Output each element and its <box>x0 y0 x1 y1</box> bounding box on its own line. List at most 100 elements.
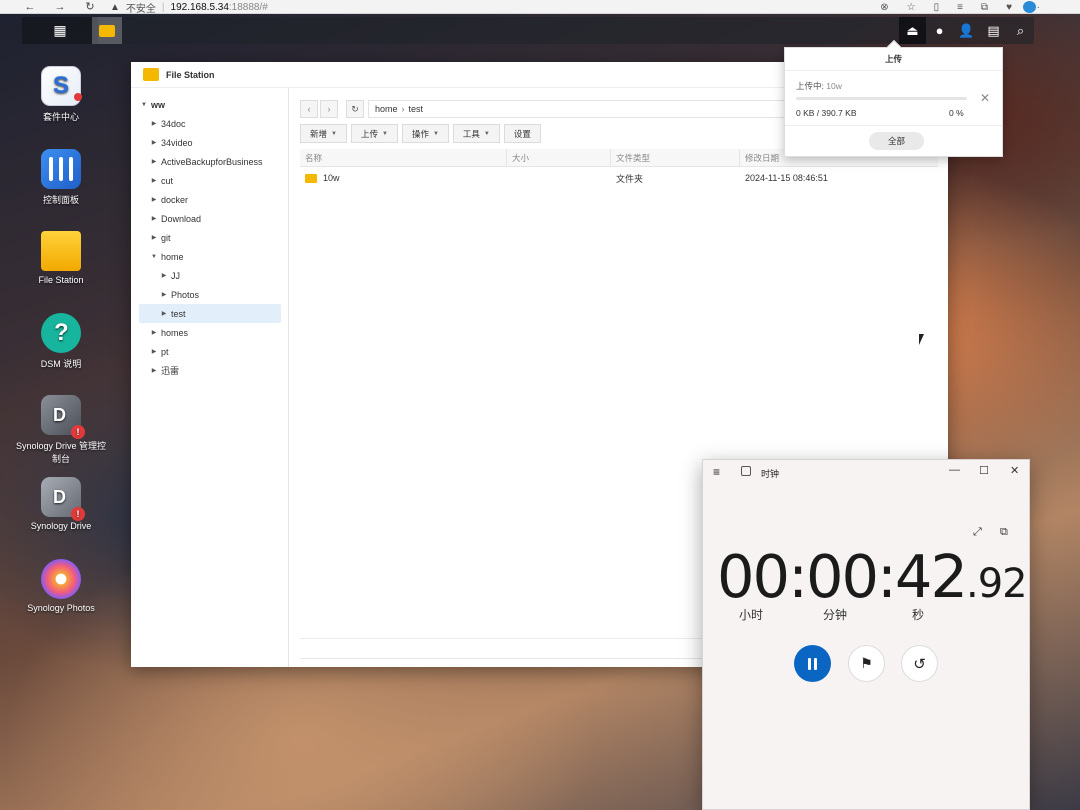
tree-item-jj[interactable]: ▶ JJ <box>139 266 281 285</box>
reset-button[interactable]: ↺ <box>901 645 938 682</box>
caret-right-icon[interactable]: ▶ <box>159 272 169 279</box>
column-type[interactable]: 文件类型 <box>611 149 740 166</box>
expand-icon[interactable]: ⤢ <box>973 526 982 539</box>
tree-item-download[interactable]: ▶ Download <box>139 209 281 228</box>
tools-button[interactable]: 工具 ▼ <box>452 124 500 143</box>
pause-button[interactable] <box>794 645 831 682</box>
caret-right-icon[interactable]: ▶ <box>149 329 159 336</box>
desktop-icon-control-panel[interactable]: 控制面板 <box>13 149 109 206</box>
desktop-icon-synology-drive[interactable]: D ! Synology Drive <box>13 477 109 531</box>
minimize-icon[interactable]: — <box>949 464 960 476</box>
breadcrumb-current[interactable]: test <box>409 104 424 114</box>
favorite-icon[interactable]: ☆ <box>907 2 916 13</box>
tree-item-pt[interactable]: ▶ pt <box>139 342 281 361</box>
caret-right-icon[interactable]: ▶ <box>149 120 159 127</box>
extension-icon[interactable]: ⊗ <box>880 2 888 13</box>
table-row[interactable]: 10w 文件夹 2024-11-15 08:46:51 <box>300 168 938 188</box>
tree-item-34video[interactable]: ▶ 34video <box>139 133 281 152</box>
caret-down-icon: ▼ <box>432 130 439 137</box>
desktop-icon-dsm-help[interactable]: ? DSM 说明 <box>13 313 109 370</box>
new-button[interactable]: 新增 ▼ <box>300 124 347 143</box>
maximize-icon[interactable]: ☐ <box>979 464 989 477</box>
unit-hours: 小时 <box>739 608 764 622</box>
desktop-icon-package-center[interactable]: S 套件中心 <box>13 66 109 123</box>
caret-down-icon[interactable]: ▼ <box>139 102 149 108</box>
search-icon[interactable]: ⌕ <box>1007 17 1034 44</box>
forward-icon[interactable]: → <box>50 1 70 13</box>
refresh-button[interactable]: ↻ <box>346 100 364 118</box>
split-screen-icon[interactable]: ▯ <box>934 2 940 13</box>
browser-essentials-icon[interactable]: ♥ <box>1006 2 1012 13</box>
tree-item-cut[interactable]: ▶ cut <box>139 171 281 190</box>
upload-queue-icon[interactable]: ⏏ <box>899 17 926 44</box>
close-icon[interactable]: ✕ <box>1010 464 1019 477</box>
breadcrumb[interactable]: home › test <box>368 100 788 118</box>
collections-icon[interactable]: ⧉ <box>981 2 988 13</box>
tree-item-homes[interactable]: ▶ homes <box>139 323 281 342</box>
tree-item-git[interactable]: ▶ git <box>139 228 281 247</box>
breadcrumb-root[interactable]: home <box>375 104 398 114</box>
mouse-cursor <box>919 334 928 345</box>
desktop-icon-label: Synology Drive <box>30 521 92 531</box>
upload-button[interactable]: 上传 ▼ <box>350 124 398 143</box>
caret-right-icon[interactable]: ▶ <box>149 139 159 146</box>
cell-modified: 2024-11-15 08:46:51 <box>745 173 828 183</box>
desktop-icon-label: Synology Photos <box>27 603 95 613</box>
caret-right-icon[interactable]: ▶ <box>149 348 159 355</box>
forward-button[interactable]: › <box>320 100 338 118</box>
tree-item-test[interactable]: ▶ test <box>139 304 281 323</box>
caret-right-icon[interactable]: ▶ <box>149 234 159 241</box>
back-icon[interactable]: ← <box>20 1 40 13</box>
desktop-icon-label: Synology Drive 管理控制台 <box>15 441 107 464</box>
desktop-icon-synology-photos[interactable]: Synology Photos <box>13 559 109 613</box>
caret-right-icon[interactable]: ▶ <box>159 291 169 298</box>
column-name[interactable]: 名称 <box>300 149 507 166</box>
action-button[interactable]: 操作 ▼ <box>401 124 449 143</box>
back-button[interactable]: ‹ <box>300 100 318 118</box>
tree-item-ww[interactable]: ▼ ww <box>139 95 281 114</box>
close-icon[interactable]: ✕ <box>980 91 990 105</box>
desktop-icon-file-station[interactable]: File Station <box>13 231 109 285</box>
caret-down-icon[interactable]: ▼ <box>149 254 159 260</box>
tree-item-xunlei[interactable]: ▶ 迅雷 <box>139 361 281 380</box>
caret-down-icon: ▼ <box>331 130 337 137</box>
synology-photos-icon <box>41 559 81 599</box>
widgets-icon[interactable]: ▤ <box>980 17 1007 44</box>
desktop-icon-drive-admin[interactable]: D ! Synology Drive 管理控制台 <box>13 395 109 465</box>
main-menu-button[interactable]: ▦ <box>22 17 98 44</box>
caret-right-icon[interactable]: ▶ <box>149 177 159 184</box>
caret-right-icon[interactable]: ▶ <box>149 196 159 203</box>
favorites-bar-icon[interactable]: ≡ <box>957 2 963 13</box>
chevron-left-icon: ‹ <box>307 104 311 114</box>
user-icon[interactable]: 👤 <box>953 17 980 44</box>
package-center-icon: S <box>41 66 82 106</box>
caret-right-icon[interactable]: ▶ <box>149 215 159 222</box>
badge-dot <box>74 93 82 101</box>
notification-icon[interactable]: ● <box>926 17 953 44</box>
lap-button[interactable]: ⚑ <box>848 645 885 682</box>
cell-size <box>507 168 611 188</box>
stopwatch-display: 00:00:42.92 <box>717 542 1028 611</box>
address-bar[interactable]: ▲ 不安全 | 192.168.5.34:18888/# <box>110 0 268 15</box>
clock-titlebar[interactable]: ≡ 时钟 — ☐ ✕ <box>703 460 1029 484</box>
hamburger-menu-icon[interactable]: ≡ <box>713 465 720 479</box>
taskbar-file-station[interactable] <box>92 17 122 44</box>
pause-icon <box>808 657 817 670</box>
settings-button[interactable]: 设置 <box>503 124 541 143</box>
refresh-icon[interactable]: ↻ <box>80 0 100 13</box>
stopwatch-time: 00:00:42 <box>717 542 968 611</box>
tree-item-activebackup[interactable]: ▶ ActiveBackupforBusiness <box>139 152 281 171</box>
tree-item-home[interactable]: ▼ home <box>139 247 281 266</box>
compact-overlay-icon[interactable]: ⧉ <box>1000 526 1008 539</box>
tree-item-34doc[interactable]: ▶ 34doc <box>139 114 281 133</box>
caret-right-icon[interactable]: ▶ <box>149 367 159 374</box>
all-button[interactable]: 全部 <box>869 132 924 150</box>
tree-item-docker[interactable]: ▶ docker <box>139 190 281 209</box>
caret-right-icon[interactable]: ▶ <box>149 158 159 165</box>
clock-window: ≡ 时钟 — ☐ ✕ ⤢ ⧉ 00:00:42.92 小时 分钟 秒 ⚑ ↺ <box>702 459 1030 810</box>
tree-item-photos[interactable]: ▶ Photos <box>139 285 281 304</box>
caret-right-icon[interactable]: ▶ <box>159 310 169 317</box>
copilot-icon[interactable] <box>1023 1 1036 13</box>
column-size[interactable]: 大小 <box>507 149 611 166</box>
reset-icon: ↺ <box>913 655 926 673</box>
